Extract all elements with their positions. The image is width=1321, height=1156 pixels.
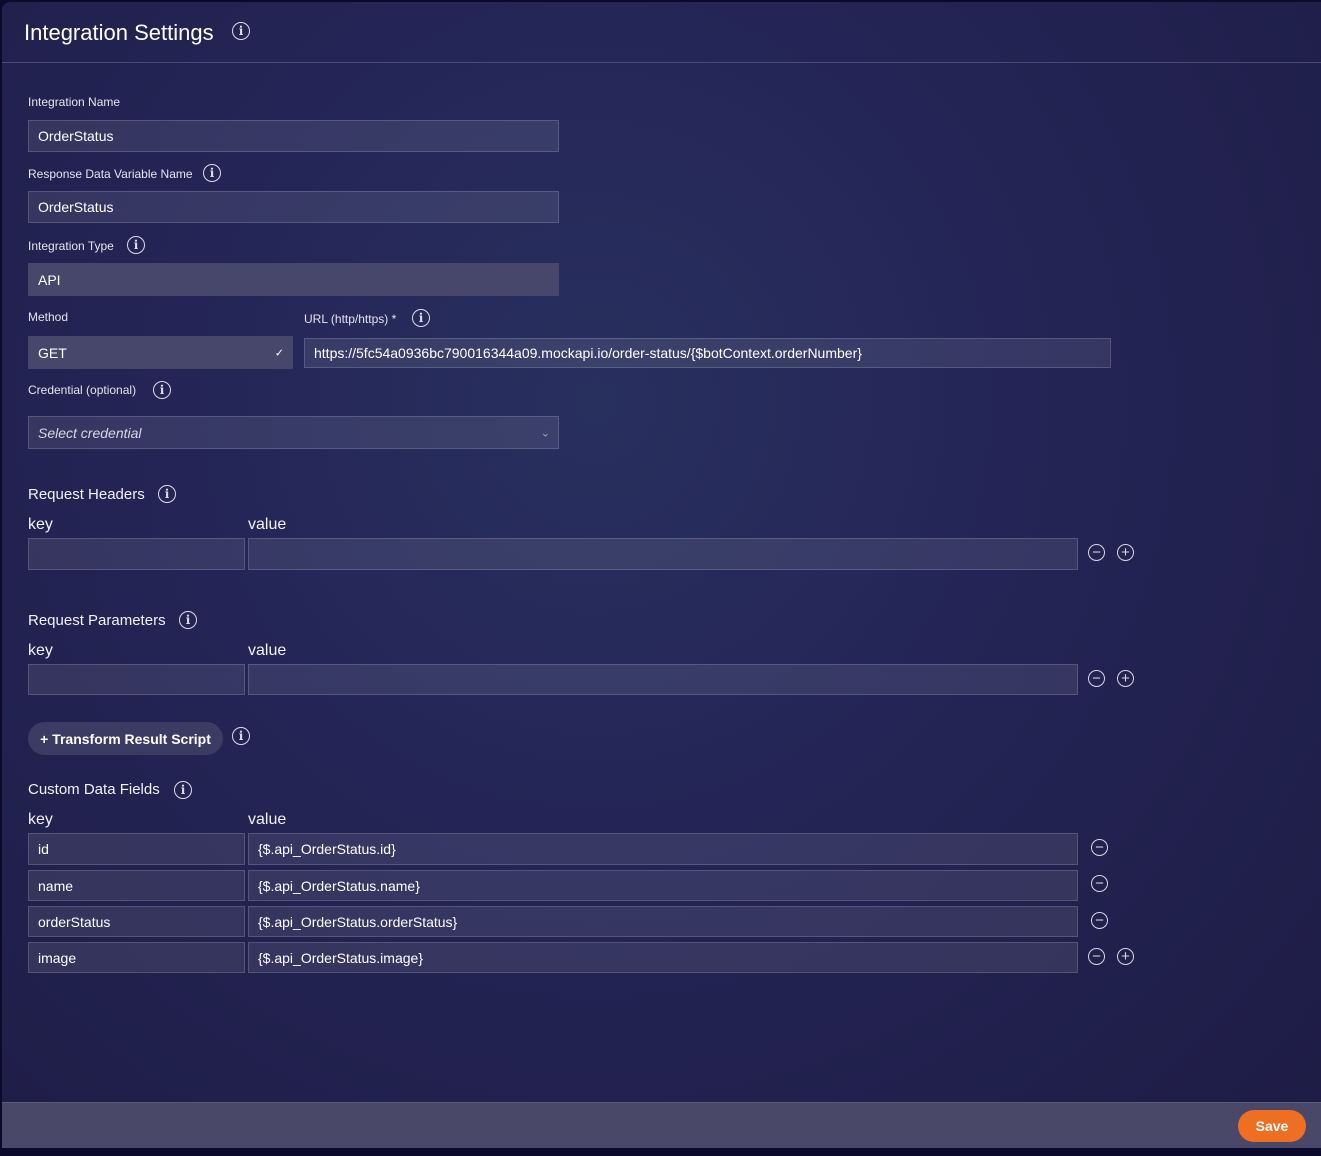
remove-icon[interactable]: −: [1088, 948, 1105, 965]
info-icon[interactable]: i: [174, 781, 192, 799]
integration-type-input: API: [28, 263, 559, 296]
custom-key-input[interactable]: id: [28, 833, 245, 865]
key-label: key: [28, 642, 53, 659]
custom-value-input[interactable]: {$.api_OrderStatus.image}: [248, 942, 1078, 973]
param-key-input[interactable]: [28, 664, 245, 695]
integration-name-input[interactable]: OrderStatus: [28, 120, 559, 152]
request-parameters-title: Request Parameters: [28, 612, 166, 629]
header-divider: [2, 62, 1321, 63]
info-icon[interactable]: i: [179, 611, 197, 629]
credential-placeholder: Select credential: [38, 424, 142, 441]
response-var-input[interactable]: OrderStatus: [28, 191, 559, 223]
add-icon[interactable]: +: [1117, 948, 1134, 965]
info-icon[interactable]: i: [412, 309, 430, 327]
credential-select[interactable]: Select credential ⌄: [28, 416, 559, 449]
footer-bar: [2, 1102, 1321, 1148]
transform-result-script-button[interactable]: + Transform Result Script: [28, 722, 223, 755]
remove-icon[interactable]: −: [1091, 912, 1108, 929]
custom-data-fields-title: Custom Data Fields: [28, 781, 160, 798]
header-key-input[interactable]: [28, 538, 245, 570]
response-var-label: Response Data Variable Name: [28, 167, 193, 181]
info-icon[interactable]: i: [158, 485, 176, 503]
remove-icon[interactable]: −: [1088, 670, 1105, 687]
method-label: Method: [28, 310, 69, 324]
chevron-down-icon: ✓: [274, 347, 284, 359]
url-input[interactable]: https://5fc54a0936bc790016344a09.mockapi…: [304, 338, 1111, 368]
value-label: value: [248, 811, 287, 828]
url-label: URL (http/https) *: [304, 312, 397, 326]
custom-key-input[interactable]: name: [28, 870, 245, 901]
remove-icon[interactable]: −: [1091, 875, 1108, 892]
header-value-input[interactable]: [248, 538, 1078, 570]
chevron-down-icon: ⌄: [540, 427, 550, 439]
value-label: value: [248, 516, 287, 533]
info-icon[interactable]: i: [232, 22, 250, 40]
remove-icon[interactable]: −: [1091, 839, 1108, 856]
key-label: key: [28, 516, 53, 533]
credential-label: Credential (optional): [28, 383, 137, 397]
integration-name-label: Integration Name: [28, 95, 121, 109]
save-button[interactable]: Save: [1238, 1110, 1306, 1142]
custom-value-input[interactable]: {$.api_OrderStatus.orderStatus}: [248, 906, 1078, 937]
info-icon[interactable]: i: [153, 381, 171, 399]
method-select[interactable]: GET ✓: [28, 336, 293, 369]
custom-key-input[interactable]: orderStatus: [28, 906, 245, 937]
integration-settings-panel: Integration Settings i Integration Name …: [2, 2, 1321, 1148]
integration-type-label: Integration Type: [28, 239, 114, 253]
info-icon[interactable]: i: [232, 727, 250, 745]
key-label: key: [28, 811, 53, 828]
custom-key-input[interactable]: image: [28, 942, 245, 973]
page-title: Integration Settings: [24, 20, 214, 45]
add-icon[interactable]: +: [1117, 544, 1134, 561]
info-icon[interactable]: i: [127, 236, 145, 254]
add-icon[interactable]: +: [1117, 670, 1134, 687]
info-icon[interactable]: i: [203, 164, 221, 182]
custom-value-input[interactable]: {$.api_OrderStatus.id}: [248, 833, 1078, 865]
value-label: value: [248, 642, 287, 659]
remove-icon[interactable]: −: [1088, 544, 1105, 561]
request-headers-title: Request Headers: [28, 486, 145, 503]
param-value-input[interactable]: [248, 664, 1078, 695]
custom-value-input[interactable]: {$.api_OrderStatus.name}: [248, 870, 1078, 901]
method-value: GET: [38, 344, 67, 361]
